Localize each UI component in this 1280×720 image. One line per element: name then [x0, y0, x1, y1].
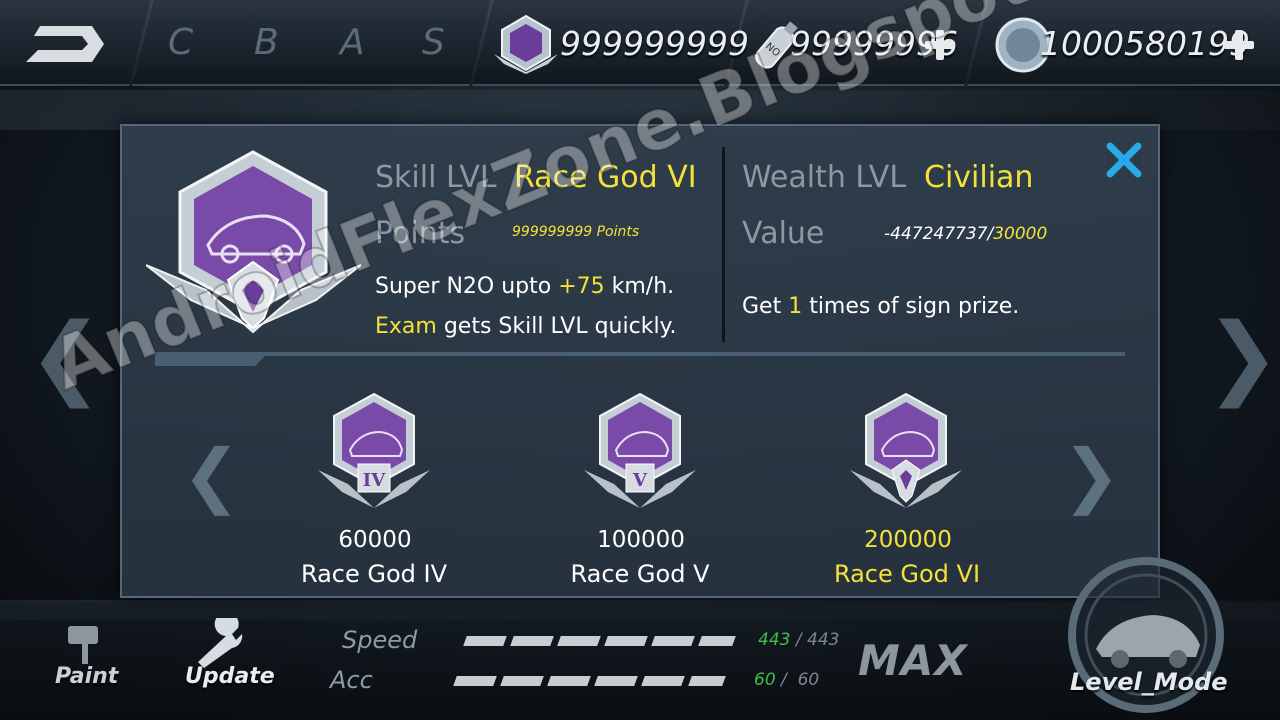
svg-text:IV: IV — [363, 470, 386, 491]
tier-points: 60000 — [338, 527, 412, 553]
race-god-iv-badge-icon: IV — [318, 392, 430, 508]
close-icon[interactable] — [1104, 140, 1144, 180]
race-god-v-badge-icon: V — [584, 392, 696, 508]
wealth-lvl-label: Wealth LVL — [742, 160, 907, 195]
vertical-divider — [722, 147, 725, 342]
horizontal-divider — [155, 352, 1125, 366]
wealth-lvl-value: Civilian — [924, 160, 1034, 195]
prev-car-chevron-icon[interactable]: ❮ — [28, 312, 103, 402]
grade-c[interactable]: C — [168, 22, 193, 63]
separator — [469, 0, 494, 86]
grade-s[interactable]: S — [422, 22, 445, 63]
skill-lvl-value: Race God VI — [514, 160, 697, 195]
tier-name-current: Race God VI — [833, 560, 981, 588]
emblem-count: 999999999 — [560, 24, 749, 63]
back-logo-icon[interactable] — [22, 22, 106, 66]
top-bar: C B A S 999999999 NO 99999996 1000580199 — [0, 0, 1280, 86]
speed-value: 443 / 443 — [758, 630, 840, 650]
paint-icon[interactable] — [60, 618, 110, 668]
paint-button[interactable]: Paint — [55, 664, 118, 689]
tier-prev-chevron-icon[interactable]: ❮ — [182, 440, 241, 510]
wealth-value: -447247737/30000 — [884, 224, 1048, 244]
tier-name: Race God V — [570, 560, 710, 588]
wealth-desc: Get 1 times of sign prize. — [742, 294, 1020, 319]
acc-value: 60 / 60 — [754, 670, 820, 690]
grade-b[interactable]: B — [254, 22, 279, 63]
separator — [129, 0, 154, 86]
skill-desc-1: Super N2O upto +75 km/h. — [375, 274, 675, 299]
svg-text:V: V — [632, 470, 648, 491]
skill-lvl-label: Skill LVL — [375, 160, 497, 195]
points-value: 999999999 Points — [512, 224, 640, 240]
tier-name: Race God IV — [300, 560, 448, 588]
acc-label: Acc — [330, 666, 373, 694]
level-mode-button[interactable]: Level_Mode — [1070, 668, 1228, 696]
skill-desc-2: Exam gets Skill LVL quickly. — [375, 314, 677, 339]
race-god-vi-tier-badge-icon — [850, 392, 962, 508]
tier-points-current: 200000 — [864, 527, 952, 553]
grade-a[interactable]: A — [340, 22, 365, 63]
coin-count: 1000580199 — [1040, 24, 1250, 63]
max-indicator: MAX — [858, 636, 968, 685]
tier-next-chevron-icon[interactable]: ❯ — [1062, 440, 1121, 510]
race-god-vi-badge-icon — [146, 150, 361, 334]
separator — [964, 0, 989, 86]
value-label: Value — [742, 216, 825, 251]
add-nitro-button[interactable] — [925, 30, 955, 60]
update-button[interactable]: Update — [185, 664, 275, 689]
add-coin-button[interactable] — [1224, 30, 1254, 60]
points-label: Points — [375, 216, 466, 251]
wrench-icon[interactable] — [192, 618, 254, 668]
next-car-chevron-icon[interactable]: ❯ — [1205, 312, 1280, 402]
race-god-emblem-icon — [494, 14, 558, 74]
tier-points: 100000 — [597, 527, 685, 553]
speed-label: Speed — [342, 626, 418, 654]
